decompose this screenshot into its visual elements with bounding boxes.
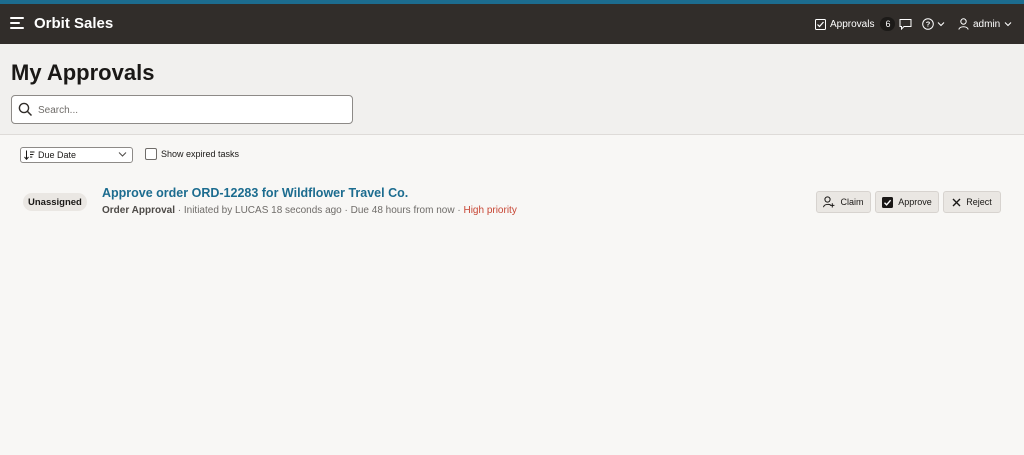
show-expired-label: Show expired tasks xyxy=(161,149,240,159)
approvals-nav-button[interactable]: Approvals 6 xyxy=(815,4,896,44)
chat-button[interactable] xyxy=(899,4,912,44)
search-field[interactable] xyxy=(11,95,353,124)
user-label: admin xyxy=(973,18,1001,30)
reject-button[interactable]: Reject xyxy=(943,191,1001,213)
svg-text:?: ? xyxy=(926,20,931,29)
help-menu-button[interactable]: ? xyxy=(922,4,948,44)
task-meta: Order Approval · Initiated by LUCAS 18 s… xyxy=(102,205,517,216)
reject-label: Reject xyxy=(966,197,992,207)
show-expired-checkbox[interactable]: Show expired tasks xyxy=(145,148,239,160)
task-type: Order Approval xyxy=(102,205,175,216)
sort-icon xyxy=(24,150,35,160)
approvals-count-badge: 6 xyxy=(880,17,896,31)
task-title-link[interactable]: Approve order ORD-12283 for Wildflower T… xyxy=(102,186,408,200)
status-badge: Unassigned xyxy=(23,193,87,211)
check-icon xyxy=(882,196,894,208)
search-input[interactable] xyxy=(38,100,338,120)
search-icon xyxy=(18,102,33,117)
sort-select[interactable]: Due Date xyxy=(20,147,133,163)
app-title[interactable]: Orbit Sales xyxy=(34,15,113,32)
approve-label: Approve xyxy=(898,197,932,207)
user-icon xyxy=(958,18,969,30)
app-header: Orbit Sales Approvals 6 ? admin xyxy=(0,4,1024,44)
task-initiated-info: · Initiated by LUCAS 18 seconds ago · Du… xyxy=(174,205,464,216)
task-priority: High priority xyxy=(463,205,517,216)
checkbox-box[interactable] xyxy=(145,148,157,160)
chevron-down-icon xyxy=(1004,22,1012,27)
page-header-region: My Approvals xyxy=(0,44,1024,135)
approvals-label: Approvals xyxy=(830,18,875,30)
user-menu-button[interactable]: admin xyxy=(958,4,1012,44)
sort-label: Due Date xyxy=(38,150,77,160)
close-icon xyxy=(952,198,961,206)
chevron-down-icon xyxy=(937,22,945,27)
approve-button[interactable]: Approve xyxy=(875,191,939,213)
claim-user-icon xyxy=(823,196,835,208)
checkbox-icon xyxy=(815,18,826,30)
claim-button[interactable]: Claim xyxy=(816,191,871,213)
claim-label: Claim xyxy=(840,197,864,207)
hamburger-icon[interactable] xyxy=(10,17,24,29)
help-icon: ? xyxy=(922,18,934,30)
task-row: Unassigned Approve order ORD-12283 for W… xyxy=(0,180,1024,224)
page-title: My Approvals xyxy=(11,60,155,85)
chat-icon xyxy=(899,19,912,30)
chevron-down-icon xyxy=(118,152,127,157)
